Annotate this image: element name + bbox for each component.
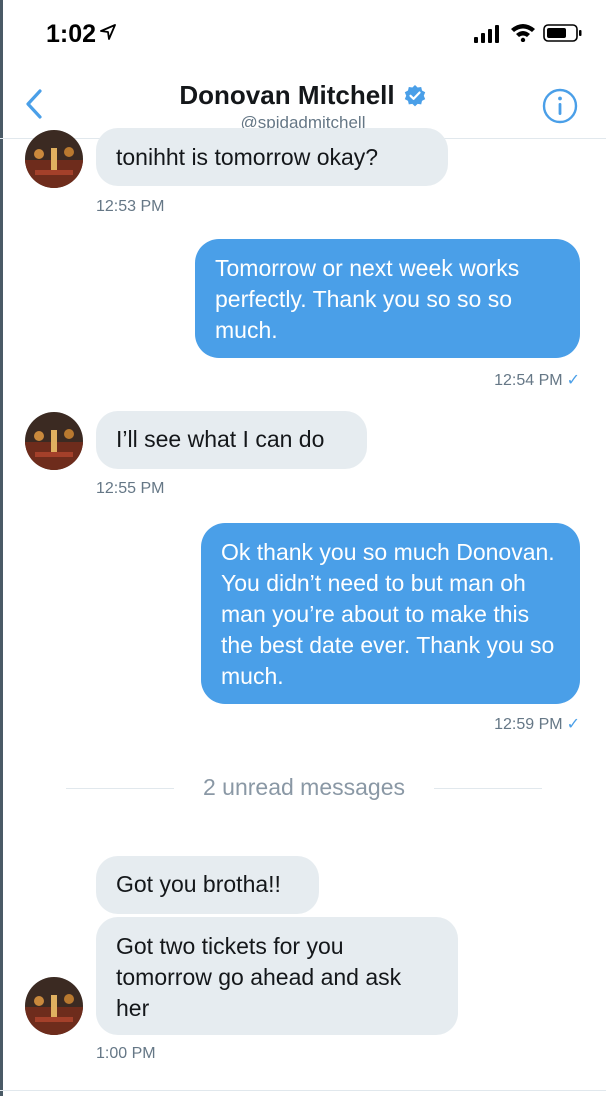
message-bubble-outgoing[interactable]: Tomorrow or next week works perfectly. T… — [195, 239, 580, 358]
header-title[interactable]: Donovan Mitchell @spidadmitchell — [0, 80, 606, 133]
message-timestamp: 1:00 PM — [96, 1045, 156, 1062]
avatar-image — [25, 130, 83, 188]
avatar[interactable] — [25, 977, 83, 1035]
message-bubble-incoming[interactable]: Got you brotha!! — [96, 856, 319, 914]
message-timestamp: 12:53 PM — [96, 198, 165, 215]
avatar[interactable] — [25, 412, 83, 470]
avatar[interactable] — [25, 130, 83, 188]
read-check-icon: ✓ — [566, 372, 580, 389]
status-bar: 1:02 — [0, 0, 606, 70]
message-bubble-incoming[interactable]: I’ll see what I can do — [96, 411, 367, 469]
message-bubble-incoming[interactable]: Got two tickets for you tomorrow go ahea… — [96, 917, 458, 1035]
info-icon[interactable] — [542, 88, 578, 124]
message-timestamp: 12:59 PM — [494, 716, 563, 733]
status-time: 1:02 — [46, 20, 97, 48]
location-arrow-icon — [100, 24, 116, 40]
verified-icon — [404, 84, 425, 106]
avatar-image — [25, 412, 83, 470]
window-edge — [0, 0, 3, 1096]
message-text: Got you brotha!! — [116, 871, 281, 897]
composer-edge — [0, 1090, 606, 1096]
contact-name: Donovan Mitchell — [179, 80, 395, 110]
message-text: Ok thank you so much Donovan. You didn’t… — [221, 539, 555, 689]
header-name-row: Donovan Mitchell — [179, 80, 426, 111]
message-bubble-incoming[interactable]: tonihht is tomorrow okay? — [96, 128, 448, 186]
divider-line — [434, 788, 542, 789]
message-timestamp-row: 12:54 PM ✓ — [440, 370, 580, 390]
signal-icon — [474, 25, 499, 43]
message-timestamp-row: 12:59 PM ✓ — [440, 714, 580, 734]
message-text: Got two tickets for you tomorrow go ahea… — [116, 933, 402, 1021]
message-text: Tomorrow or next week works perfectly. T… — [215, 255, 520, 343]
message-bubble-outgoing[interactable]: Ok thank you so much Donovan. You didn’t… — [201, 523, 580, 704]
wifi-icon — [511, 24, 535, 42]
message-timestamp: 12:54 PM — [494, 372, 563, 389]
avatar-image — [25, 977, 83, 1035]
message-text: I’ll see what I can do — [116, 426, 325, 452]
read-check-icon: ✓ — [566, 716, 580, 733]
battery-icon — [543, 24, 582, 42]
unread-divider: 2 unread messages — [66, 772, 542, 804]
message-timestamp: 12:55 PM — [96, 480, 165, 497]
message-text: tonihht is tomorrow okay? — [116, 144, 379, 170]
